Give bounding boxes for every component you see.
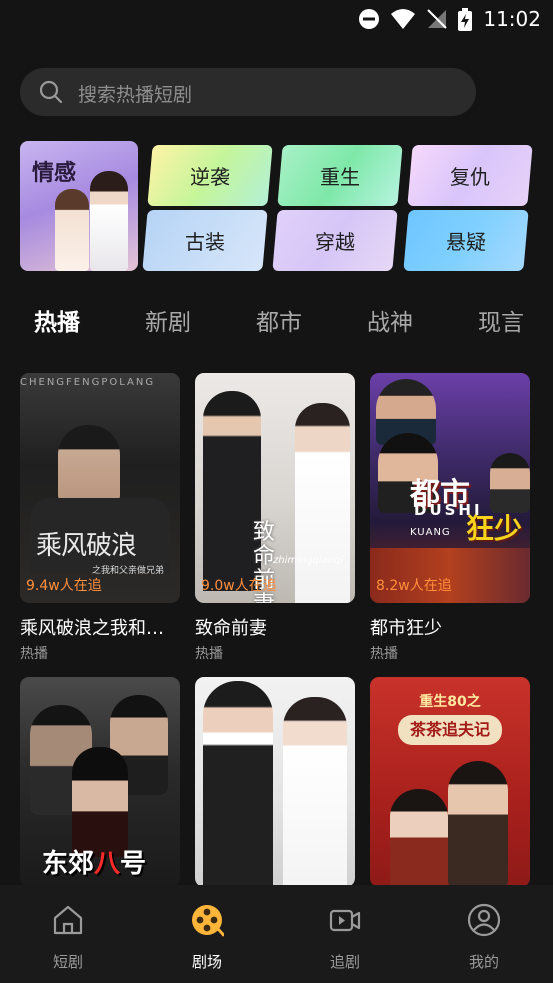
tab-new[interactable]: 新剧	[145, 303, 191, 337]
drama-card[interactable]: CHENGFENGPOLANG 乘风破浪 之我和父亲做兄弟 9.4w人在追 乘风…	[20, 373, 180, 662]
drama-card[interactable]: 都市 DUSHI 狂少 KUANG 8.2w人在追 都市狂少 热播	[370, 373, 530, 662]
drama-card[interactable]	[195, 677, 355, 887]
tab-romance[interactable]: 现言	[478, 303, 524, 337]
wifi-icon	[391, 9, 415, 29]
drama-card[interactable]: 东郊八号	[20, 677, 180, 887]
drama-tag: 热播	[370, 646, 398, 662]
drama-tag: 热播	[20, 646, 48, 662]
drama-title: 致命前妻	[195, 618, 267, 639]
watching-count: 8.2w人在追	[376, 578, 452, 594]
genre-chip-label: 悬疑	[446, 230, 486, 254]
category-tabs: 热播 新剧 都市 战神 现言	[0, 303, 553, 339]
search-bar[interactable]: 搜索热播短剧	[20, 68, 476, 116]
watching-count: 9.0w人在追	[201, 578, 277, 594]
nav-item-short-drama[interactable]: 短剧	[18, 885, 118, 983]
watching-count: 9.4w人在追	[26, 578, 102, 594]
poster-figure-bride	[295, 403, 350, 603]
genre-chip-label: 逆袭	[190, 165, 230, 189]
theater-reel-icon	[192, 905, 224, 937]
feature-figure-man	[90, 171, 128, 271]
nav-item-profile[interactable]: 我的	[434, 885, 534, 983]
nav-label: 短剧	[52, 953, 83, 971]
poster-title-text: 乘风破浪	[36, 531, 137, 561]
poster-figure	[490, 453, 530, 513]
nav-label: 剧场	[191, 953, 222, 971]
drama-card[interactable]: 重生80之 茶茶追夫记	[370, 677, 530, 887]
poster-title-text-2: 狂少	[466, 512, 523, 545]
genre-chip-xuanyi[interactable]: 悬疑	[403, 210, 529, 271]
category-feature-emotion[interactable]: 情感	[20, 141, 138, 271]
video-camera-icon	[329, 909, 361, 932]
drama-title: 乘风破浪之我和…	[20, 618, 164, 639]
poster-top-text: CHENGFENGPOLANG	[20, 377, 156, 388]
nav-label: 我的	[468, 953, 499, 971]
nav-item-following[interactable]: 追剧	[295, 885, 395, 983]
bottom-nav: 短剧 剧场 追剧 我的	[0, 885, 553, 983]
nav-label: 追剧	[329, 953, 360, 971]
poster-top-text: 重生80之	[419, 694, 481, 710]
poster-figure-groom	[203, 681, 273, 887]
clock: 11:02	[483, 7, 541, 31]
feature-figure-woman	[55, 189, 89, 271]
no-signal-icon	[427, 9, 447, 29]
poster-figure	[58, 425, 120, 505]
do-not-disturb-icon	[359, 9, 379, 29]
poster-title-suffix: 号	[120, 849, 147, 879]
poster-title-accent: 八	[94, 849, 121, 879]
genre-chip-guzhuang[interactable]: 古装	[142, 210, 268, 271]
nav-item-theater[interactable]: 剧场	[157, 885, 257, 983]
drama-poster: CHENGFENGPOLANG 乘风破浪 之我和父亲做兄弟 9.4w人在追	[20, 373, 180, 603]
drama-card[interactable]: 致命前妻 zhimingqianqi 9.0w人在追 致命前妻 热播	[195, 373, 355, 662]
poster-title-main: 东郊	[42, 849, 95, 879]
search-placeholder: 搜索热播短剧	[78, 84, 193, 106]
poster-figure	[448, 761, 508, 887]
genre-chip-label: 穿越	[315, 230, 355, 254]
drama-title: 都市狂少	[370, 618, 442, 639]
drama-poster: 都市 DUSHI 狂少 KUANG 8.2w人在追	[370, 373, 530, 603]
genre-chip-chongsheng[interactable]: 重生	[277, 145, 403, 206]
poster-title-text: 茶茶追夫记	[398, 715, 502, 745]
poster-title-text: 东郊八号	[42, 843, 146, 880]
genre-chip-label: 古装	[185, 230, 225, 254]
battery-charging-icon	[458, 8, 472, 31]
genre-chip-label: 复仇	[450, 165, 490, 189]
genre-chip-nixi[interactable]: 逆袭	[147, 145, 273, 206]
poster-subtitle-text: 之我和父亲做兄弟	[92, 566, 165, 576]
genre-chip-label: 重生	[320, 165, 360, 189]
status-bar: 11:02	[0, 0, 553, 38]
drama-tag: 热播	[195, 646, 223, 662]
poster-figure-bride	[283, 697, 347, 887]
genre-chip-chuanyue[interactable]: 穿越	[272, 210, 398, 271]
poster-figure	[72, 747, 128, 857]
poster-subtitle-text-2: KUANG	[410, 527, 451, 538]
tab-hot[interactable]: 热播	[34, 303, 80, 337]
tab-war-god[interactable]: 战神	[367, 303, 413, 337]
genre-chip-fuchou[interactable]: 复仇	[407, 145, 533, 206]
profile-icon	[467, 903, 501, 937]
home-icon	[53, 905, 83, 935]
category-feature-label: 情感	[32, 161, 77, 186]
tab-urban[interactable]: 都市	[256, 303, 302, 337]
drama-poster: 致命前妻 zhimingqianqi 9.0w人在追	[195, 373, 355, 603]
search-icon	[39, 80, 63, 104]
poster-subtitle-text: zhimingqianqi	[273, 555, 344, 566]
poster-figure	[390, 789, 448, 887]
